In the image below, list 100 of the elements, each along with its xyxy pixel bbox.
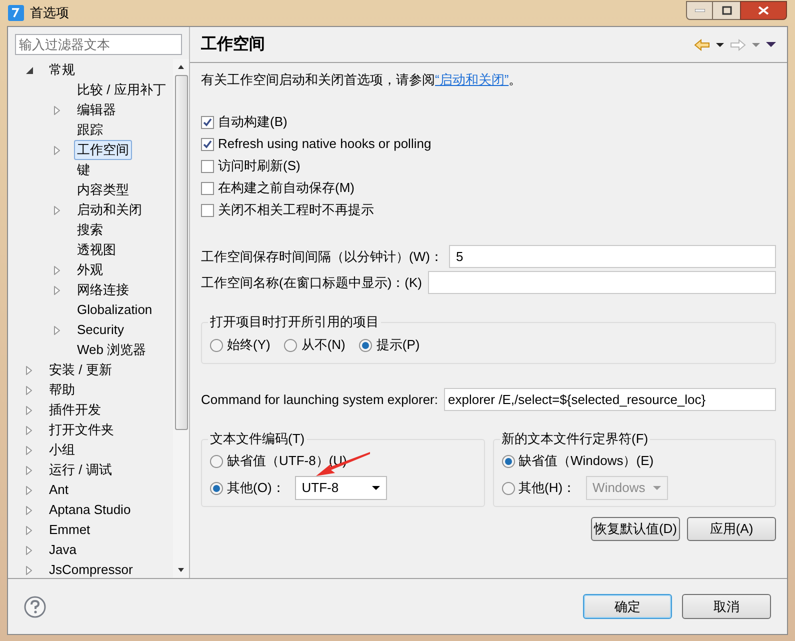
close-button[interactable] [740, 0, 787, 20]
caret-icon[interactable] [716, 42, 724, 46]
startup-shutdown-link[interactable]: “启动和关闭” [435, 72, 509, 87]
tree-item[interactable]: 小组 [46, 440, 78, 460]
expand-arrow-icon[interactable] [26, 486, 32, 494]
tree-item[interactable]: 工作空间 [74, 140, 132, 160]
expanded-arrow-icon[interactable] [26, 66, 33, 74]
expand-arrow-icon[interactable] [54, 206, 60, 214]
checkbox-label[interactable]: 在构建之前自动保存(M) [218, 178, 354, 198]
expand-arrow-icon[interactable] [26, 546, 32, 554]
page-button[interactable]: 恢复默认值(D) [591, 517, 680, 541]
radio-button[interactable] [210, 338, 223, 352]
page-title: 工作空间 [201, 34, 265, 54]
expand-arrow-icon[interactable] [26, 426, 32, 434]
expand-arrow-icon[interactable] [26, 566, 32, 574]
expand-arrow-icon[interactable] [54, 266, 60, 274]
radio-button[interactable] [284, 338, 298, 352]
expand-arrow-icon[interactable] [26, 386, 32, 394]
tree-item[interactable]: Ant [46, 480, 72, 500]
dropdown[interactable]: UTF-8 [294, 476, 387, 500]
tree-item[interactable]: Aptana Studio [46, 500, 134, 520]
annotation-arrow [316, 452, 370, 477]
window-title: 首选项 [30, 4, 69, 22]
scroll-thumb[interactable] [174, 75, 188, 430]
maximize-icon [722, 6, 732, 14]
tree-item[interactable]: 启动和关闭 [74, 200, 145, 220]
tree-item[interactable]: 搜索 [74, 220, 106, 240]
forward-arrow-icon[interactable] [730, 38, 746, 50]
checkmark-icon [203, 118, 212, 126]
tree-item[interactable]: Globalization [74, 300, 156, 320]
tree-item[interactable]: 编辑器 [74, 100, 119, 120]
tree-item[interactable]: 透视图 [74, 240, 119, 260]
tree-item[interactable]: 跟踪 [74, 120, 106, 140]
text-field[interactable] [428, 271, 776, 294]
group-title: 新的文本文件行定界符(F) [500, 431, 650, 447]
text-field[interactable]: explorer /E,/select=${selected_resource_loc} [444, 388, 776, 411]
text-field[interactable]: 5 [448, 245, 776, 268]
tree-item[interactable]: 键 [74, 160, 93, 180]
expand-arrow-icon[interactable] [26, 506, 32, 514]
tree-item[interactable]: 网络连接 [74, 280, 132, 300]
close-icon [758, 6, 769, 14]
tree-item[interactable]: 打开文件夹 [46, 420, 117, 440]
checkmark-icon [203, 140, 212, 148]
back-arrow-icon[interactable] [694, 38, 710, 50]
radio-label[interactable]: 其他(H)： [518, 478, 576, 498]
checkbox-label[interactable]: 访问时刷新(S) [218, 156, 300, 176]
radio-button[interactable] [359, 338, 372, 352]
expand-arrow-icon[interactable] [26, 466, 32, 474]
radio-button[interactable] [210, 482, 223, 494]
checkbox[interactable] [201, 182, 214, 194]
expand-arrow-icon[interactable] [54, 286, 60, 294]
radio-button[interactable] [502, 454, 514, 468]
scrollbar[interactable] [173, 59, 189, 578]
tree-item[interactable]: 安装 / 更新 [46, 360, 115, 380]
expand-arrow-icon[interactable] [26, 406, 32, 414]
expand-arrow-icon[interactable] [26, 446, 32, 454]
radio-label[interactable]: 其他(O)： [227, 478, 285, 498]
tree-item[interactable]: Security [74, 320, 127, 340]
checkbox[interactable] [201, 116, 214, 128]
tree-item[interactable]: 运行 / 调试 [46, 460, 115, 480]
dialog-button[interactable]: 确定 [583, 594, 672, 619]
radio-label[interactable]: 始终(Y) [227, 335, 270, 355]
expand-arrow-icon[interactable] [26, 366, 32, 374]
filter-field[interactable]: 输入过滤器文本 [15, 34, 182, 55]
field-label: 工作空间保存时间间隔（以分钟计）(W)： [201, 248, 443, 266]
maximize-button[interactable] [713, 0, 740, 20]
help-icon[interactable] [24, 596, 46, 618]
group-title: 打开项目时打开所引用的项目 [208, 314, 381, 330]
checkbox-label[interactable]: 关闭不相关工程时不再提示 [218, 200, 374, 220]
dialog-button[interactable]: 取消 [682, 594, 771, 619]
tree-item[interactable]: Java [46, 540, 80, 560]
radio-button[interactable] [502, 482, 514, 494]
checkbox-label[interactable]: Refresh using native hooks or polling [218, 134, 432, 154]
tree-item[interactable]: 比较 / 应用补丁 [74, 80, 169, 100]
tree-item[interactable]: 帮助 [46, 380, 78, 400]
minimize-button[interactable] [686, 0, 713, 20]
radio-label[interactable]: 提示(P) [376, 335, 420, 355]
radio-button[interactable] [210, 454, 223, 468]
checkbox[interactable] [201, 138, 214, 150]
view-menu-icon[interactable] [766, 42, 776, 47]
radio-label[interactable]: 缺省值（Windows）(E) [518, 451, 654, 471]
expand-arrow-icon[interactable] [54, 326, 60, 334]
radio-label[interactable]: 从不(N) [301, 335, 346, 355]
tree-item[interactable]: Emmet [46, 520, 94, 540]
group-title: 文本文件编码(T) [208, 431, 307, 447]
page-button[interactable]: 应用(A) [687, 517, 776, 541]
expand-arrow-icon[interactable] [26, 526, 32, 534]
tree-item[interactable]: 常规 [46, 60, 78, 80]
expand-arrow-icon[interactable] [54, 106, 60, 114]
tree-item[interactable]: JsCompressor [46, 560, 136, 578]
checkbox-label[interactable]: 自动构建(B) [218, 112, 288, 132]
expand-arrow-icon[interactable] [54, 146, 60, 154]
tree-item[interactable]: 插件开发 [46, 400, 104, 420]
minimize-icon [694, 8, 704, 12]
checkbox[interactable] [201, 160, 214, 172]
checkbox[interactable] [201, 204, 214, 216]
tree-item[interactable]: Web 浏览器 [74, 340, 150, 360]
tree-item[interactable]: 外观 [74, 260, 106, 280]
description-text: 有关工作空间启动和关闭首选项，请参阅“启动和关闭”。 [201, 71, 523, 89]
tree-item[interactable]: 内容类型 [74, 180, 132, 200]
